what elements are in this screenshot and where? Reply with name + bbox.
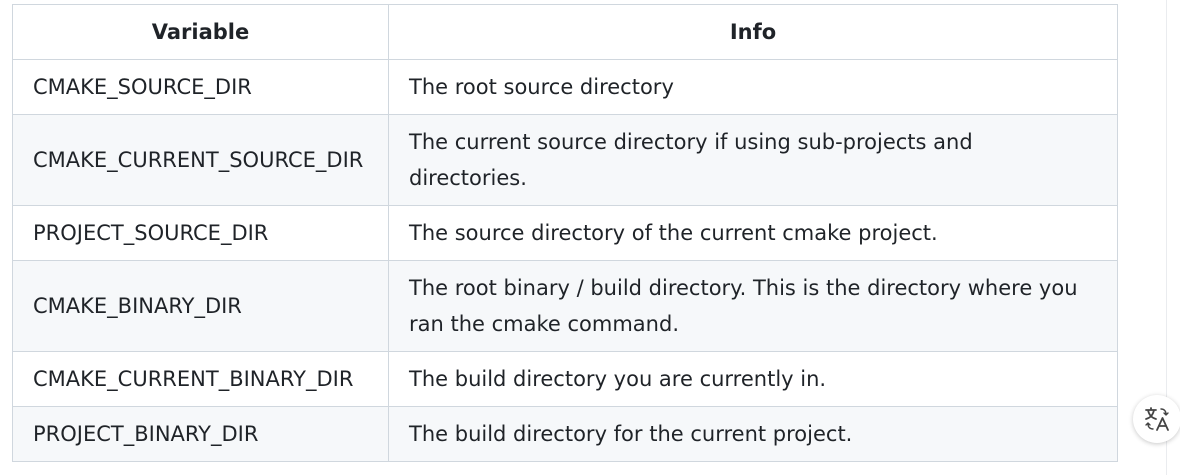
- cmake-variables-table: Variable Info CMAKE_SOURCE_DIR The root …: [12, 4, 1118, 462]
- table-row: PROJECT_BINARY_DIR The build directory f…: [12, 406, 1118, 462]
- variable-cell: CMAKE_CURRENT_SOURCE_DIR: [12, 114, 389, 206]
- variable-cell: PROJECT_BINARY_DIR: [12, 406, 389, 462]
- page: Variable Info CMAKE_SOURCE_DIR The root …: [0, 0, 1180, 475]
- column-header-info: Info: [388, 4, 1118, 60]
- variable-cell: PROJECT_SOURCE_DIR: [12, 205, 389, 261]
- translate-icon: [1145, 407, 1169, 431]
- variable-cell: CMAKE_CURRENT_BINARY_DIR: [12, 351, 389, 407]
- info-cell: The root source directory: [388, 59, 1118, 115]
- info-cell: The root binary / build directory. This …: [388, 260, 1118, 352]
- table-header: Variable Info: [12, 4, 1118, 60]
- info-cell: The build directory for the current proj…: [388, 406, 1118, 462]
- table-row: PROJECT_SOURCE_DIR The source directory …: [12, 205, 1118, 261]
- table-body: CMAKE_SOURCE_DIR The root source directo…: [12, 59, 1118, 462]
- info-cell: The build directory you are currently in…: [388, 351, 1118, 407]
- table-row: CMAKE_CURRENT_SOURCE_DIR The current sou…: [12, 114, 1118, 206]
- header-row: Variable Info: [12, 4, 1118, 60]
- translate-button[interactable]: [1133, 395, 1180, 443]
- variable-cell: CMAKE_SOURCE_DIR: [12, 59, 389, 115]
- column-header-variable: Variable: [12, 4, 389, 60]
- table-row: CMAKE_BINARY_DIR The root binary / build…: [12, 260, 1118, 352]
- variable-cell: CMAKE_BINARY_DIR: [12, 260, 389, 352]
- info-cell: The current source directory if using su…: [388, 114, 1118, 206]
- info-cell: The source directory of the current cmak…: [388, 205, 1118, 261]
- table-row: CMAKE_CURRENT_BINARY_DIR The build direc…: [12, 351, 1118, 407]
- table-row: CMAKE_SOURCE_DIR The root source directo…: [12, 59, 1118, 115]
